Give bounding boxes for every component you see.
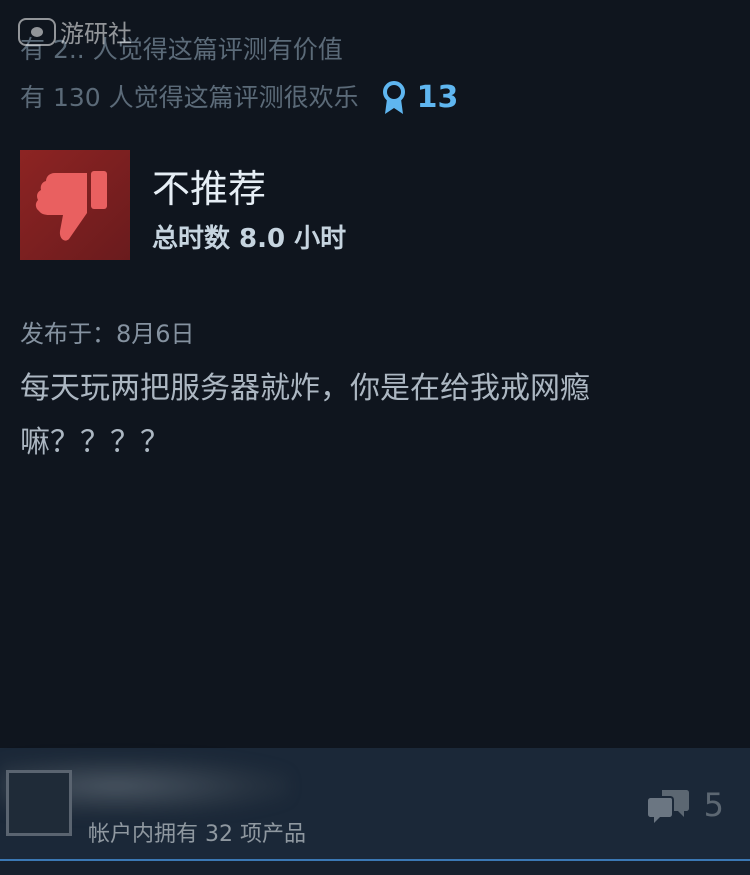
verdict-text: 不推荐 总时数 8.0 小时 bbox=[152, 150, 346, 260]
comments-count: 5 bbox=[703, 786, 724, 824]
avatar[interactable] bbox=[6, 770, 72, 836]
comment-bubbles-icon bbox=[647, 790, 689, 823]
watermark-text: 游研社 bbox=[60, 20, 132, 48]
verdict-title: 不推荐 bbox=[152, 167, 267, 211]
award-count: 13 bbox=[416, 80, 459, 115]
thumbs-down-icon bbox=[35, 171, 107, 241]
award-ribbon-icon bbox=[382, 81, 405, 114]
review-verdict: 不推荐 总时数 8.0 小时 bbox=[20, 150, 346, 260]
funny-line: 有 130 人觉得这篇评测很欢乐 bbox=[20, 83, 359, 112]
thumb-box bbox=[20, 150, 130, 260]
playtime-hours: 总时数 8.0 小时 bbox=[152, 224, 347, 254]
award-badge[interactable]: 13 bbox=[381, 74, 459, 122]
products-owned: 帐户内拥有 32 项产品 bbox=[88, 822, 306, 847]
review-author-footer: 帐户内拥有 32 项产品 5 bbox=[0, 748, 750, 859]
funny-line-row: 有 130 人觉得这篇评测很欢乐 13 bbox=[20, 74, 458, 122]
posted-date: 发布于：8月6日 bbox=[20, 320, 195, 348]
review-body: 每天玩两把服务器就炸，你是在给我戒网瘾嘛？？？？ bbox=[20, 371, 590, 460]
watermark-logo-icon bbox=[18, 17, 56, 46]
footer-bottom-bar bbox=[0, 859, 750, 875]
comments-button[interactable]: 5 bbox=[647, 786, 724, 824]
steam-review-page: 游研社 有 2.. 人觉得这篇评测有价值 有 130 人觉得这篇评测很欢乐 13 bbox=[0, 0, 750, 875]
watermark: 游研社 bbox=[18, 14, 132, 49]
